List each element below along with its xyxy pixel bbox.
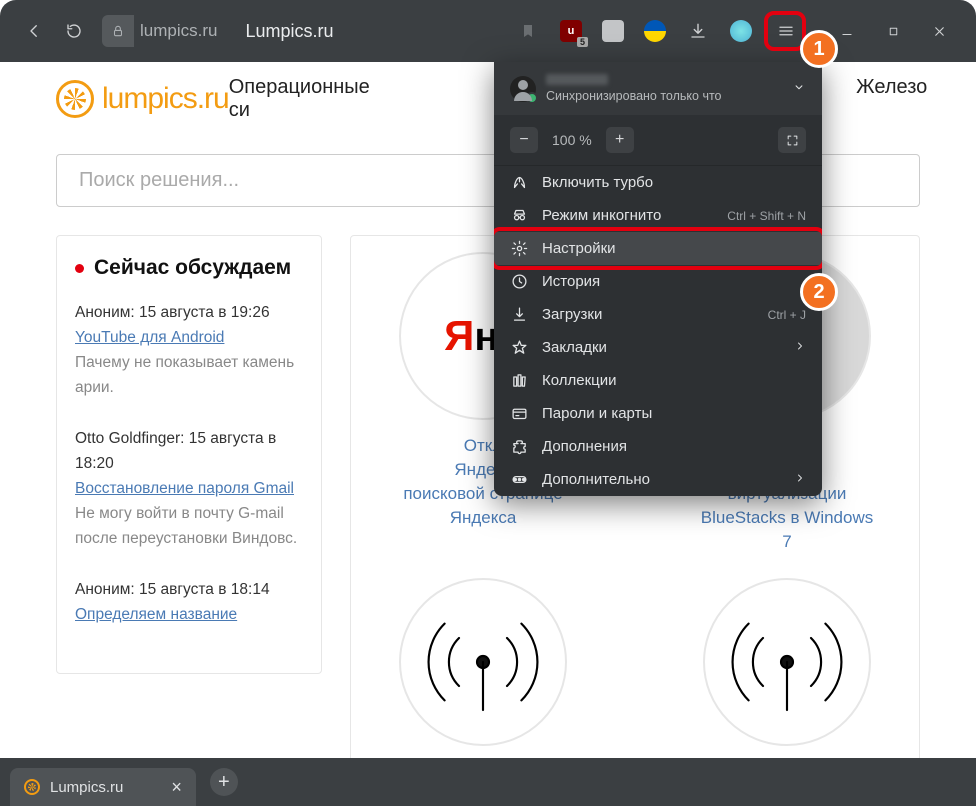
puzzle-icon	[510, 438, 528, 455]
comment-link[interactable]: Восстановление пароля Gmail	[75, 476, 303, 501]
menu-item-rocket[interactable]: Включить турбо	[494, 166, 822, 199]
zoom-value: 100 %	[548, 132, 596, 148]
menu-item-label: Закладки	[542, 339, 607, 356]
article-card[interactable]	[361, 578, 605, 758]
gear-icon	[510, 240, 528, 257]
menu-item-label: Дополнения	[542, 438, 627, 455]
menu-item-label: Коллекции	[542, 372, 617, 389]
comment-body: Пачему не показывает камень арии.	[75, 350, 303, 400]
menu-item-more[interactable]: Дополнительно	[494, 463, 822, 496]
comment-link[interactable]: YouTube для Android	[75, 325, 303, 350]
lock-icon	[102, 15, 134, 47]
chevron-down-icon	[792, 80, 806, 98]
bookmark-icon[interactable]	[516, 19, 540, 43]
tab-favicon	[24, 779, 40, 795]
chevron-right-icon	[794, 471, 806, 488]
page-content: lumpics.ru Операционные си ы Железо Поис…	[0, 62, 976, 758]
card-icon	[510, 405, 528, 422]
account-name-blurred	[546, 74, 608, 85]
maximize-button[interactable]	[870, 8, 916, 54]
chevron-right-icon	[794, 339, 806, 356]
download-icon	[510, 306, 528, 323]
menu-item-label: Пароли и карты	[542, 405, 652, 422]
comment-item: Otto Goldfinger: 15 августа в 18:20Восст…	[75, 426, 303, 551]
zoom-in-button[interactable]: +	[606, 127, 634, 153]
zoom-controls: − 100 % +	[494, 115, 822, 166]
comment-meta: Аноним: 15 августа в 18:14	[75, 577, 303, 602]
widget-title: Сейчас обсуждаем	[75, 256, 303, 280]
address-bar[interactable]: lumpics.ru Lumpics.ru	[102, 15, 334, 47]
rocket-icon	[510, 174, 528, 191]
nav-item-os[interactable]: Операционные си	[229, 76, 370, 122]
more-icon	[510, 471, 528, 488]
menu-item-label: Дополнительно	[542, 471, 650, 488]
sync-status: Синхронизировано только что	[546, 89, 722, 103]
comment-link[interactable]: Определяем название	[75, 602, 303, 627]
url-domain: lumpics.ru	[140, 21, 217, 41]
alice-icon[interactable]	[730, 20, 752, 42]
logo-text: lumpics.ru	[102, 82, 229, 116]
callout-badge-2: 2	[800, 273, 838, 311]
article-card[interactable]	[665, 578, 909, 758]
logo-icon	[56, 80, 94, 118]
comment-item: Аноним: 15 августа в 19:26YouTube для An…	[75, 300, 303, 400]
zoom-out-button[interactable]: −	[510, 127, 538, 153]
menu-item-card[interactable]: Пароли и карты	[494, 397, 822, 430]
nav-item-hardware[interactable]: Железо	[856, 76, 927, 122]
back-button[interactable]	[16, 13, 52, 49]
comment-item: Аноним: 15 августа в 18:14Определяем наз…	[75, 577, 303, 627]
avatar-icon	[510, 76, 536, 102]
menu-item-label: Включить турбо	[542, 174, 653, 191]
callout-badge-1: 1	[800, 30, 838, 68]
browser-tab[interactable]: Lumpics.ru ×	[10, 768, 196, 806]
menu-item-label: Загрузки	[542, 306, 602, 323]
browser-menu: Синхронизировано только что − 100 % + Вк…	[494, 62, 822, 496]
menu-item-puzzle[interactable]: Дополнения	[494, 430, 822, 463]
shortcut-label: Ctrl + Shift + N	[727, 209, 806, 223]
incognito-icon	[510, 207, 528, 224]
comment-body: Не могу войти в почту G-mail после переу…	[75, 501, 303, 551]
menu-item-label: История	[542, 273, 600, 290]
menu-item-star[interactable]: Закладки	[494, 331, 822, 364]
collection-icon	[510, 372, 528, 389]
new-tab-button[interactable]: +	[210, 768, 238, 796]
site-logo[interactable]: lumpics.ru	[56, 80, 229, 118]
tab-label: Lumpics.ru	[50, 779, 123, 796]
page-title: Lumpics.ru	[245, 21, 333, 42]
lastfm-icon[interactable]	[602, 20, 624, 42]
menu-item-label: Режим инкогнито	[542, 207, 661, 224]
reload-button[interactable]	[56, 13, 92, 49]
menu-item-incognito[interactable]: Режим инкогнито Ctrl + Shift + N	[494, 199, 822, 232]
downloads-icon[interactable]	[686, 19, 710, 43]
clock-icon	[510, 273, 528, 290]
discussion-widget: Сейчас обсуждаем Аноним: 15 августа в 19…	[56, 235, 322, 674]
shortcut-label: Ctrl + J	[768, 308, 806, 322]
comment-meta: Otto Goldfinger: 15 августа в 18:20	[75, 426, 303, 476]
account-header[interactable]: Синхронизировано только что	[494, 62, 822, 115]
menu-item-download[interactable]: Загрузки Ctrl + J	[494, 298, 822, 331]
ublock-icon[interactable]: u5	[560, 20, 582, 42]
menu-item-collection[interactable]: Коллекции	[494, 364, 822, 397]
ukraine-flag-icon[interactable]	[644, 20, 666, 42]
tab-bar: Lumpics.ru × +	[0, 758, 976, 806]
menu-item-gear[interactable]: Настройки	[494, 232, 822, 265]
close-button[interactable]	[916, 8, 962, 54]
comment-meta: Аноним: 15 августа в 19:26	[75, 300, 303, 325]
menu-item-clock[interactable]: История	[494, 265, 822, 298]
tab-close-button[interactable]: ×	[171, 777, 182, 798]
menu-item-label: Настройки	[542, 240, 616, 257]
star-icon	[510, 339, 528, 356]
fullscreen-button[interactable]	[778, 127, 806, 153]
site-header: lumpics.ru Операционные си ы Железо	[0, 62, 976, 136]
